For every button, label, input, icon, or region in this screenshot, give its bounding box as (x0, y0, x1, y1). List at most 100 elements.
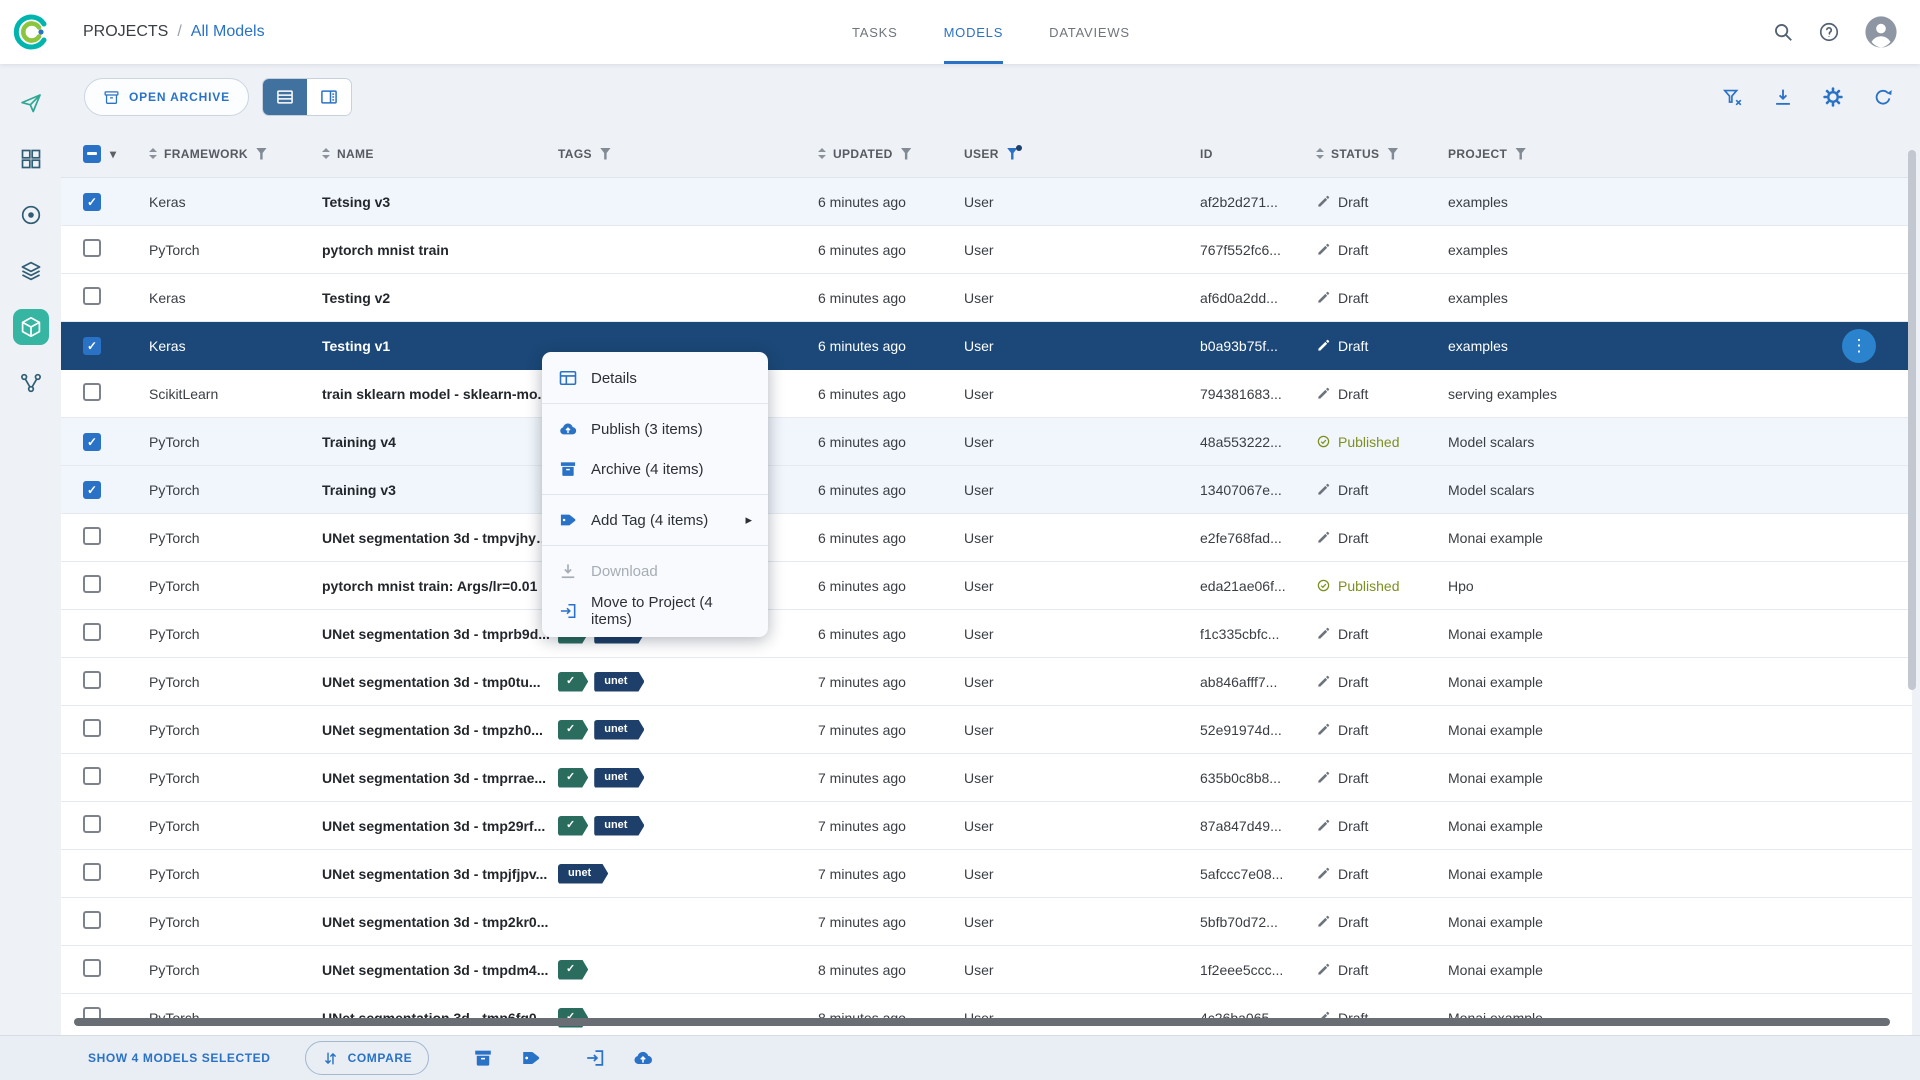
cell-name[interactable]: Testing v1 (314, 338, 550, 354)
row-checkbox[interactable] (83, 383, 101, 401)
table-row[interactable]: PyTorch UNet segmentation 3d - tmpzh0...… (61, 706, 1912, 754)
row-checkbox[interactable]: ✓ (83, 432, 101, 451)
cell-name[interactable]: UNet segmentation 3d - tmp0tu... (314, 674, 550, 690)
table-row[interactable]: ScikitLearn train sklearn model - sklear… (61, 370, 1912, 418)
th-tags[interactable]: TAGS (550, 147, 810, 161)
download-table-icon[interactable] (1772, 86, 1794, 108)
cell-name[interactable]: pytorch mnist train: Args/lr=0.01 (314, 578, 550, 594)
menu-item-move[interactable]: Move to Project (4 items) (542, 591, 768, 631)
table-view-button[interactable] (262, 79, 307, 115)
table-row[interactable]: PyTorch UNet segmentation 3d - tmprb9d..… (61, 610, 1912, 658)
cell-name[interactable]: train sklearn model - sklearn-mo... (314, 386, 550, 402)
filter-icon[interactable] (900, 147, 912, 160)
th-framework[interactable]: FRAMEWORK (141, 147, 314, 161)
selected-count-label[interactable]: SHOW 4 MODELS SELECTED (88, 1051, 271, 1065)
filter-icon[interactable] (1006, 144, 1022, 160)
table-row[interactable]: ✓ Keras Testing v1 6 minutes ago User b0… (61, 322, 1912, 370)
vertical-scrollbar[interactable] (1908, 150, 1916, 690)
sidebar-item-models[interactable] (12, 309, 49, 345)
select-all-checkbox[interactable] (83, 144, 101, 163)
row-checkbox[interactable] (83, 623, 101, 641)
cell-name[interactable]: UNet segmentation 3d - tmpvjhyl... (314, 530, 550, 546)
compare-button[interactable]: COMPARE (304, 1041, 430, 1075)
table-row[interactable]: PyTorch UNet segmentation 3d - tmpdm4...… (61, 946, 1912, 994)
row-checkbox[interactable] (83, 671, 101, 689)
table-row[interactable]: PyTorch pytorch mnist train: Args/lr=0.0… (61, 562, 1912, 610)
table-row[interactable]: ✓ Keras Tetsing v3 6 minutes ago User af… (61, 178, 1912, 226)
filter-icon[interactable] (1515, 147, 1527, 160)
th-project[interactable]: PROJECT (1440, 147, 1912, 161)
row-checkbox[interactable] (83, 719, 101, 737)
table-row[interactable]: PyTorch UNet segmentation 3d - tmpjfjpv.… (61, 850, 1912, 898)
table-row[interactable]: PyTorch UNet segmentation 3d - tmpvjhyl.… (61, 514, 1912, 562)
th-status[interactable]: STATUS (1308, 147, 1440, 161)
archive-selected-button[interactable] (471, 1046, 495, 1070)
table-row[interactable]: PyTorch UNet segmentation 3d - tmp0tu...… (61, 658, 1912, 706)
row-checkbox[interactable] (83, 239, 101, 257)
sort-icon[interactable] (818, 148, 826, 159)
table-row[interactable]: ✓ PyTorch Training v4 6 minutes ago User… (61, 418, 1912, 466)
th-name[interactable]: NAME (314, 147, 550, 161)
row-checkbox[interactable] (83, 287, 101, 305)
sort-icon[interactable] (149, 148, 157, 159)
cell-name[interactable]: Training v3 (314, 482, 550, 498)
filter-icon[interactable] (599, 147, 611, 160)
tab-tasks[interactable]: TASKS (852, 0, 898, 64)
row-checkbox[interactable] (83, 527, 101, 545)
row-checkbox[interactable] (83, 911, 101, 929)
menu-item-archive[interactable]: Archive (4 items) (542, 449, 768, 489)
th-user[interactable]: USER (956, 144, 1192, 161)
breadcrumb-projects[interactable]: PROJECTS (83, 23, 168, 41)
cell-name[interactable]: Tetsing v3 (314, 194, 550, 210)
table-row[interactable]: PyTorch UNet segmentation 3d - tmp29rf..… (61, 802, 1912, 850)
th-select[interactable]: ▾ (61, 144, 141, 163)
table-row[interactable]: Keras Testing v2 6 minutes ago User af6d… (61, 274, 1912, 322)
breadcrumb-current[interactable]: All Models (191, 23, 265, 41)
select-all-caret-icon[interactable]: ▾ (110, 147, 116, 161)
move-to-project-button[interactable] (583, 1046, 607, 1070)
menu-item-details[interactable]: Details (542, 358, 768, 398)
row-checkbox[interactable]: ✓ (83, 192, 101, 211)
filter-icon[interactable] (1387, 147, 1399, 160)
cell-name[interactable]: UNet segmentation 3d - tmprb9d... (314, 626, 550, 642)
refresh-icon[interactable] (1872, 86, 1894, 108)
tab-dataviews[interactable]: DATAVIEWS (1049, 0, 1130, 64)
search-icon[interactable] (1772, 21, 1794, 43)
sidebar-item-getting-started[interactable] (13, 85, 49, 121)
help-icon[interactable] (1818, 21, 1840, 43)
menu-item-publish[interactable]: Publish (3 items) (542, 409, 768, 449)
cell-name[interactable]: UNet segmentation 3d - tmp29rf... (314, 818, 550, 834)
menu-item-tag[interactable]: Add Tag (4 items) ▸ (542, 500, 768, 540)
row-checkbox[interactable] (83, 863, 101, 881)
table-row[interactable]: PyTorch UNet segmentation 3d - tmp2kr0..… (61, 898, 1912, 946)
sidebar-item-datasets[interactable] (13, 253, 49, 289)
cell-name[interactable]: UNet segmentation 3d - tmp2kr0... (314, 914, 550, 930)
user-avatar[interactable] (1864, 15, 1898, 49)
cell-name[interactable]: Testing v2 (314, 290, 550, 306)
cell-name[interactable]: UNet segmentation 3d - tmprrae... (314, 770, 550, 786)
cell-name[interactable]: UNet segmentation 3d - tmpzh0... (314, 722, 550, 738)
row-checkbox[interactable] (83, 815, 101, 833)
th-updated[interactable]: UPDATED (810, 147, 956, 161)
tab-models[interactable]: MODELS (943, 0, 1004, 64)
split-view-button[interactable] (306, 79, 351, 115)
clearml-logo[interactable] (11, 12, 51, 52)
table-row[interactable]: PyTorch UNet segmentation 3d - tmprrae..… (61, 754, 1912, 802)
open-archive-button[interactable]: OPEN ARCHIVE (84, 78, 249, 116)
sidebar-item-projects[interactable] (13, 197, 49, 233)
sidebar-item-dashboard[interactable] (13, 141, 49, 177)
row-menu-button[interactable]: ⋮ (1842, 329, 1876, 363)
sidebar-item-pipelines[interactable] (13, 365, 49, 401)
clear-filters-icon[interactable] (1722, 86, 1744, 108)
publish-button[interactable] (631, 1046, 655, 1070)
cell-name[interactable]: pytorch mnist train (314, 242, 550, 258)
row-checkbox[interactable] (83, 959, 101, 977)
cell-name[interactable]: Training v4 (314, 434, 550, 450)
row-checkbox[interactable] (83, 575, 101, 593)
settings-icon[interactable] (1822, 86, 1844, 108)
table-row[interactable]: PyTorch pytorch mnist train 6 minutes ag… (61, 226, 1912, 274)
row-checkbox[interactable]: ✓ (83, 480, 101, 499)
row-checkbox[interactable] (83, 767, 101, 785)
sort-icon[interactable] (322, 148, 330, 159)
cell-name[interactable]: UNet segmentation 3d - tmpdm4... (314, 962, 550, 978)
